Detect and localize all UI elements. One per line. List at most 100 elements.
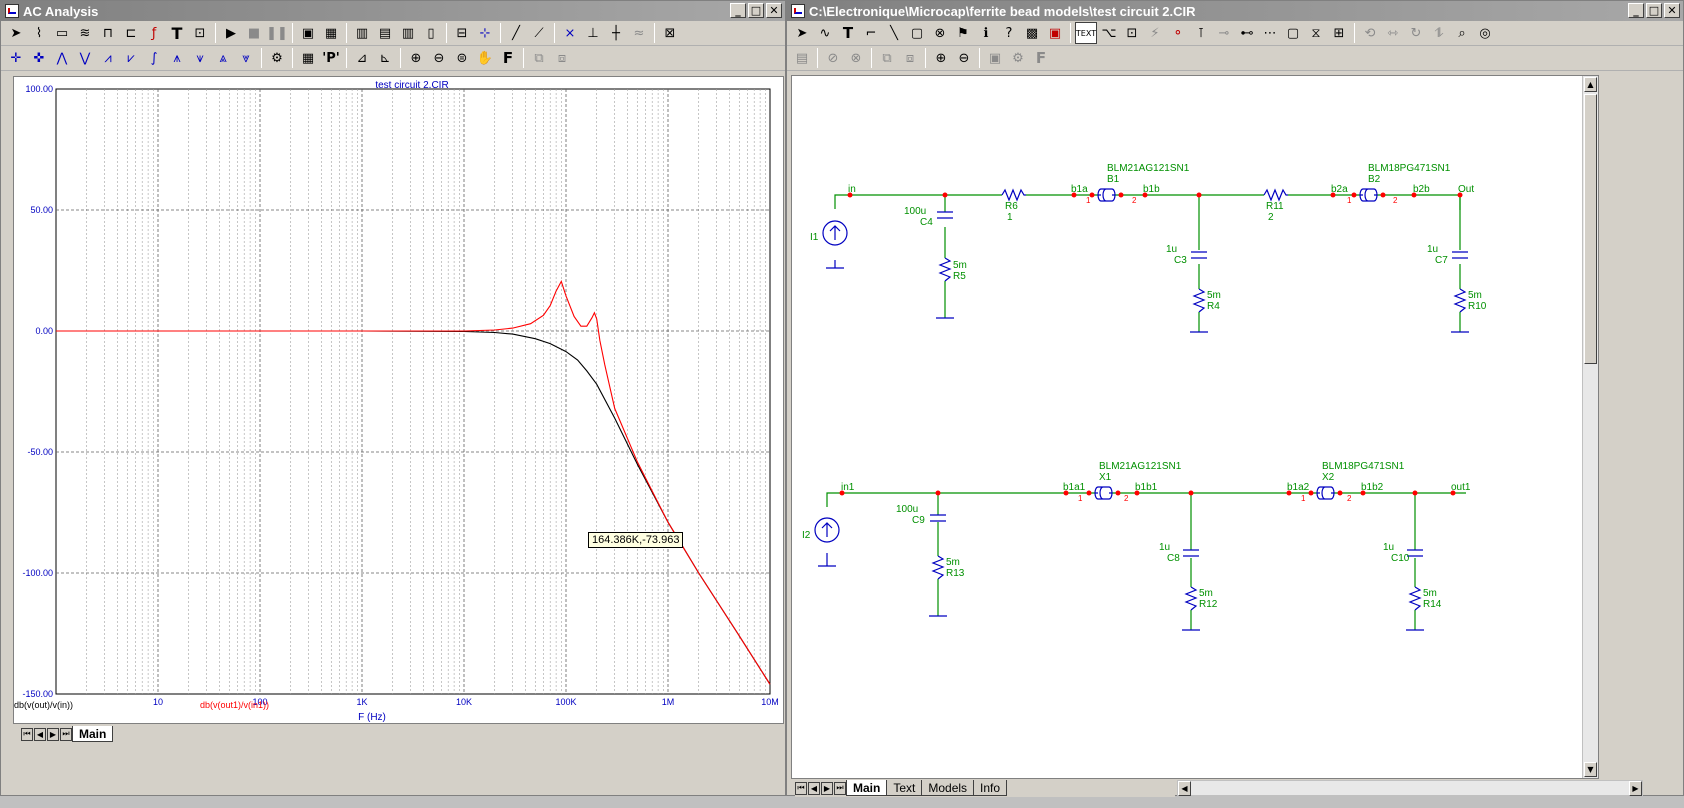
first-page-button[interactable]: ⏮ [21,727,33,741]
slope-icon[interactable]: ⊥ [582,22,604,44]
page-icon[interactable]: ▤ [791,47,813,69]
probe-icon[interactable]: ⊡ [189,22,211,44]
cursor-l-icon[interactable]: ✛ [5,47,27,69]
wave-icon[interactable]: ⌇ [28,22,50,44]
bottom-icon[interactable]: ⩛ [189,47,211,69]
last-page-button[interactable]: ⏭ [60,727,72,741]
binoculars-icon[interactable]: ◎ [1474,22,1496,44]
marker-icon[interactable]: ┼ [605,22,627,44]
cascade-icon[interactable]: ⧈ [551,47,573,69]
power-icon[interactable]: ⊺ [1190,22,1212,44]
component-icon[interactable]: ⊗ [929,22,951,44]
prev-page-button[interactable]: ◀ [34,727,46,741]
camera-icon[interactable]: ▣ [984,47,1006,69]
gear-icon[interactable]: ⚙ [266,47,288,69]
border-icon[interactable]: ▢ [1282,22,1304,44]
schematic-prev-page-button[interactable]: ◀ [808,781,820,795]
zoom-in-icon[interactable]: ⊕ [405,47,427,69]
peak-icon[interactable]: ⋀ [51,47,73,69]
scroll-thumb[interactable] [1584,94,1597,364]
pins-icon[interactable]: ⌥ [1098,22,1120,44]
cancel-icon[interactable]: ⊗ [845,47,867,69]
grid6-icon[interactable]: ▯ [420,22,442,44]
schematic-titlebar[interactable]: C:\Electronique\Microcap\ferrite bead mo… [787,1,1683,21]
diagonal-wire-icon[interactable]: ╲ [883,22,905,44]
p-icon[interactable]: 'P' [320,47,342,69]
zoom-out-icon[interactable]: ⊖ [428,47,450,69]
high-icon[interactable]: ⩘ [97,47,119,69]
voltages-icon[interactable]: ⚡ [1144,22,1166,44]
plot-area[interactable]: 100.00 50.00 0.00 -50.00 -100.00 -150.00 10 100… [13,76,784,724]
grid-dots-icon[interactable]: ⋯ [1259,22,1281,44]
schematic-gear-icon[interactable]: ⚙ [1007,47,1029,69]
schematic-zoom-in-icon[interactable]: ⊕ [930,47,952,69]
info-icon[interactable]: ℹ [975,22,997,44]
arrow-icon[interactable]: ➤ [5,22,27,44]
record-icon[interactable]: ▣ [1044,22,1066,44]
line2-icon[interactable]: ⟋ [528,22,550,44]
wire-icon[interactable]: ∿ [814,22,836,44]
schematic-last-page-button[interactable]: ⏭ [834,781,846,795]
zoom-fit-icon[interactable]: ⊜ [451,47,473,69]
grid2-icon[interactable]: ▦ [320,22,342,44]
step-icon[interactable]: ⊓ [97,22,119,44]
text-icon[interactable]: T [837,22,859,44]
schematic-close-button[interactable]: ✕ [1664,3,1680,18]
schematic-canvas[interactable]: BLM21AG121SN1 B1 BLM18PG471SN1 B2 in b1a… [791,75,1599,779]
library-icon[interactable]: ▩ [1021,22,1043,44]
scale2-icon[interactable]: ⊾ [374,47,396,69]
global2-icon[interactable]: ⩔ [235,47,257,69]
cursor-icon[interactable]: ⊹ [474,22,496,44]
tile-icon[interactable]: ⧉ [528,47,550,69]
state-icon[interactable]: ⊸ [1213,22,1235,44]
rotate-icon[interactable]: ⟲ [1359,22,1381,44]
scope-icon[interactable]: ▭ [51,22,73,44]
wire-route-icon[interactable]: ⌐ [860,22,882,44]
cursor-r-icon[interactable]: ✜ [28,47,50,69]
scale-icon[interactable]: ⊿ [351,47,373,69]
top-icon[interactable]: ⩚ [166,47,188,69]
tab-models[interactable]: Models [921,780,975,796]
text-tool-icon[interactable]: T [166,22,188,44]
schematic-horizontal-scrollbar[interactable]: ◀ ▶ [1177,780,1643,796]
properties-icon[interactable]: ⊞ [1328,22,1350,44]
schematic-font-icon[interactable]: F [1030,47,1052,69]
tangent-icon[interactable]: ⨯ [559,22,581,44]
schematic-first-page-button[interactable]: ⏮ [795,781,807,795]
grid1-icon[interactable]: ▣ [297,22,319,44]
graph-icon[interactable]: ⊏ [120,22,142,44]
low-icon[interactable]: ⩗ [120,47,142,69]
grid3-icon[interactable]: ▥ [351,22,373,44]
pause-icon[interactable]: ❚❚ [266,22,288,44]
close-button[interactable]: ✕ [766,3,782,18]
table-icon[interactable]: ▦ [297,47,319,69]
global-icon[interactable]: ⩓ [212,47,234,69]
scroll-down-button[interactable]: ▼ [1584,762,1597,777]
font-icon[interactable]: F [497,47,519,69]
scope2-icon[interactable]: ≋ [74,22,96,44]
ac-analysis-titlebar[interactable]: AC Analysis _ □ ✕ [1,1,785,21]
tab-info[interactable]: Info [973,780,1008,796]
grid5-icon[interactable]: ▥ [397,22,419,44]
pan-icon[interactable]: ✋ [474,47,496,69]
flip-y-icon[interactable]: ↻ [1405,22,1427,44]
zoom-window-icon[interactable]: ⊠ [659,22,681,44]
select-icon[interactable]: ➤ [791,22,813,44]
schematic-minimize-button[interactable]: _ [1628,3,1644,18]
next-page-button[interactable]: ▶ [47,727,59,741]
text-mode-icon[interactable]: TEXT [1075,22,1097,44]
title-block-icon[interactable]: ⧖ [1305,22,1327,44]
export-icon[interactable]: ≈ [628,22,650,44]
run-icon[interactable]: ▶ [220,22,242,44]
tab-main[interactable]: Main [72,726,114,742]
win-icon[interactable]: ⊟ [451,22,473,44]
maximize-button[interactable]: □ [748,3,764,18]
scroll-up-button[interactable]: ▲ [1584,77,1597,92]
help-icon[interactable]: ? [998,22,1020,44]
find-icon[interactable]: ⌕ [1451,22,1473,44]
inflect-icon[interactable]: ∫ [143,47,165,69]
flip-x-icon[interactable]: ⇿ [1382,22,1404,44]
current-icon[interactable]: ⚬ [1167,22,1189,44]
grid4-icon[interactable]: ▤ [374,22,396,44]
minimize-button[interactable]: _ [730,3,746,18]
